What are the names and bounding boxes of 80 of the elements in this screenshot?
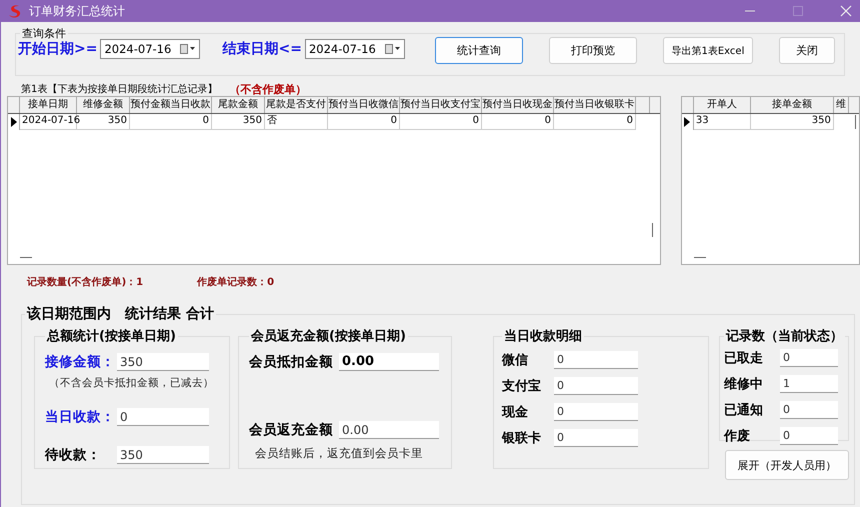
field-label: 当日收款：: [45, 408, 115, 426]
table-cell: 0: [328, 114, 400, 130]
amount-field[interactable]: 0.00: [339, 353, 439, 371]
group-title: 查询条件: [21, 26, 67, 41]
field-label: 会员抵扣金额: [249, 353, 333, 371]
end-date-label: 结束日期<=: [222, 40, 302, 58]
calendar-dropdown-icon[interactable]: [180, 44, 196, 54]
group-title: 该日期范围内 统计结果 合计: [26, 305, 215, 323]
record-count: 作废单记录数：0: [197, 275, 274, 289]
field-label: 作废: [724, 428, 751, 445]
column-header[interactable]: 开单人: [694, 97, 751, 113]
column-header[interactable]: 预付当日收支付宝: [400, 97, 482, 113]
field-label: 会员返充金额: [249, 421, 333, 439]
column-header[interactable]: 维: [834, 97, 849, 113]
scrollbar-thumb[interactable]: [20, 257, 32, 258]
table-cell: 0: [130, 114, 212, 130]
end-date-picker[interactable]: 2024-07-16: [304, 38, 405, 58]
count-field[interactable]: 0: [780, 349, 838, 367]
table-cell: 0: [400, 114, 482, 130]
amount-field[interactable]: 0: [554, 351, 638, 369]
data-grid[interactable]: 接单日期 维修金额 预付金额当日收款 尾款金额 尾款是否支付 预付当日收微信 预付当日收支付宝 预付当日收现金 预付当日收银联卡 2024-07-16 350 0 350 否 0 0 0 0: [7, 96, 661, 265]
field-label: 接修金额：: [45, 353, 115, 371]
expand-button[interactable]: 展开（开发人员用）: [725, 450, 849, 480]
column-header[interactable]: 维修金额: [77, 97, 130, 113]
group-title: 记录数（当前状态）: [724, 328, 844, 345]
scrollbar-thumb[interactable]: [855, 115, 856, 129]
amount-field[interactable]: 350: [117, 446, 209, 464]
column-header[interactable]: 预付金额当日收款: [130, 97, 212, 113]
group-title: 会员返充金额(按接单日期): [250, 328, 407, 345]
field-label: 已取走: [724, 350, 764, 367]
amount-field[interactable]: 0.00: [339, 421, 439, 439]
amount-field[interactable]: 0: [554, 429, 638, 447]
amount-field[interactable]: 0: [554, 377, 638, 395]
table-cell: 2024-07-16: [20, 114, 77, 130]
column-header[interactable]: 尾款金额: [212, 97, 265, 113]
toolbar-button[interactable]: 关闭: [778, 37, 835, 64]
field-note: 会员结账后，返充值到会员卡里: [255, 446, 424, 461]
count-field[interactable]: 0: [780, 427, 838, 445]
toolbar-button[interactable]: 打印预览: [548, 37, 637, 64]
column-header[interactable]: 尾款是否支付: [265, 97, 328, 113]
table-cell: 0: [482, 114, 554, 130]
field-label: 银联卡: [502, 430, 542, 447]
toolbar-button[interactable]: 统计查询: [434, 37, 523, 64]
amount-field[interactable]: 0: [117, 408, 209, 426]
group-title: 总额统计(按接单日期): [46, 328, 177, 345]
field-label: 维修中: [724, 376, 764, 393]
field-label: 微信: [502, 352, 529, 369]
count-field[interactable]: 0: [780, 401, 838, 419]
start-date-picker[interactable]: 2024-07-16: [100, 38, 200, 58]
field-note: （不含会员卡抵扣金额，已减去）: [49, 376, 215, 390]
field-label: 已通知: [724, 402, 764, 419]
table-cell: 350: [750, 114, 834, 130]
toolbar-button[interactable]: 导出第1表Excel: [662, 37, 753, 64]
close-icon[interactable]: [840, 5, 852, 17]
column-header[interactable]: 预付当日收微信: [328, 97, 400, 113]
table-caption: 第1表【下表为按接单日期段统计汇总记录】: [21, 82, 218, 96]
calendar-dropdown-icon[interactable]: [384, 44, 401, 54]
amount-field[interactable]: 350: [117, 353, 209, 371]
window-title: 订单财务汇总统计: [29, 2, 125, 20]
start-date-label: 开始日期>=: [18, 40, 98, 58]
data-grid[interactable]: 开单人 接单金额 维 33 350: [680, 96, 860, 265]
column-header[interactable]: 接单日期: [20, 97, 77, 113]
table-cell: 0: [554, 114, 636, 130]
table-cell: 否: [265, 114, 328, 130]
count-field[interactable]: 1: [780, 375, 838, 393]
amount-field[interactable]: 0: [554, 403, 638, 421]
app-logo-icon: [7, 3, 23, 19]
field-label: 现金: [502, 404, 529, 421]
column-header[interactable]: 预付当日收现金: [482, 97, 554, 113]
scrollbar-thumb[interactable]: [694, 257, 706, 258]
table-note: （不含作废单）: [229, 82, 306, 96]
record-count: 记录数量(不含作废单)：1: [27, 275, 144, 289]
column-header[interactable]: 接单金额: [750, 97, 834, 113]
scrollbar-thumb[interactable]: [652, 223, 653, 237]
table-cell: 350: [212, 114, 265, 130]
column-header[interactable]: 预付当日收银联卡: [554, 97, 636, 113]
table-cell: 33: [694, 114, 751, 130]
group-title: 当日收款明细: [503, 328, 583, 345]
field-label: 待收款：: [45, 446, 102, 464]
field-label: 支付宝: [502, 378, 542, 395]
